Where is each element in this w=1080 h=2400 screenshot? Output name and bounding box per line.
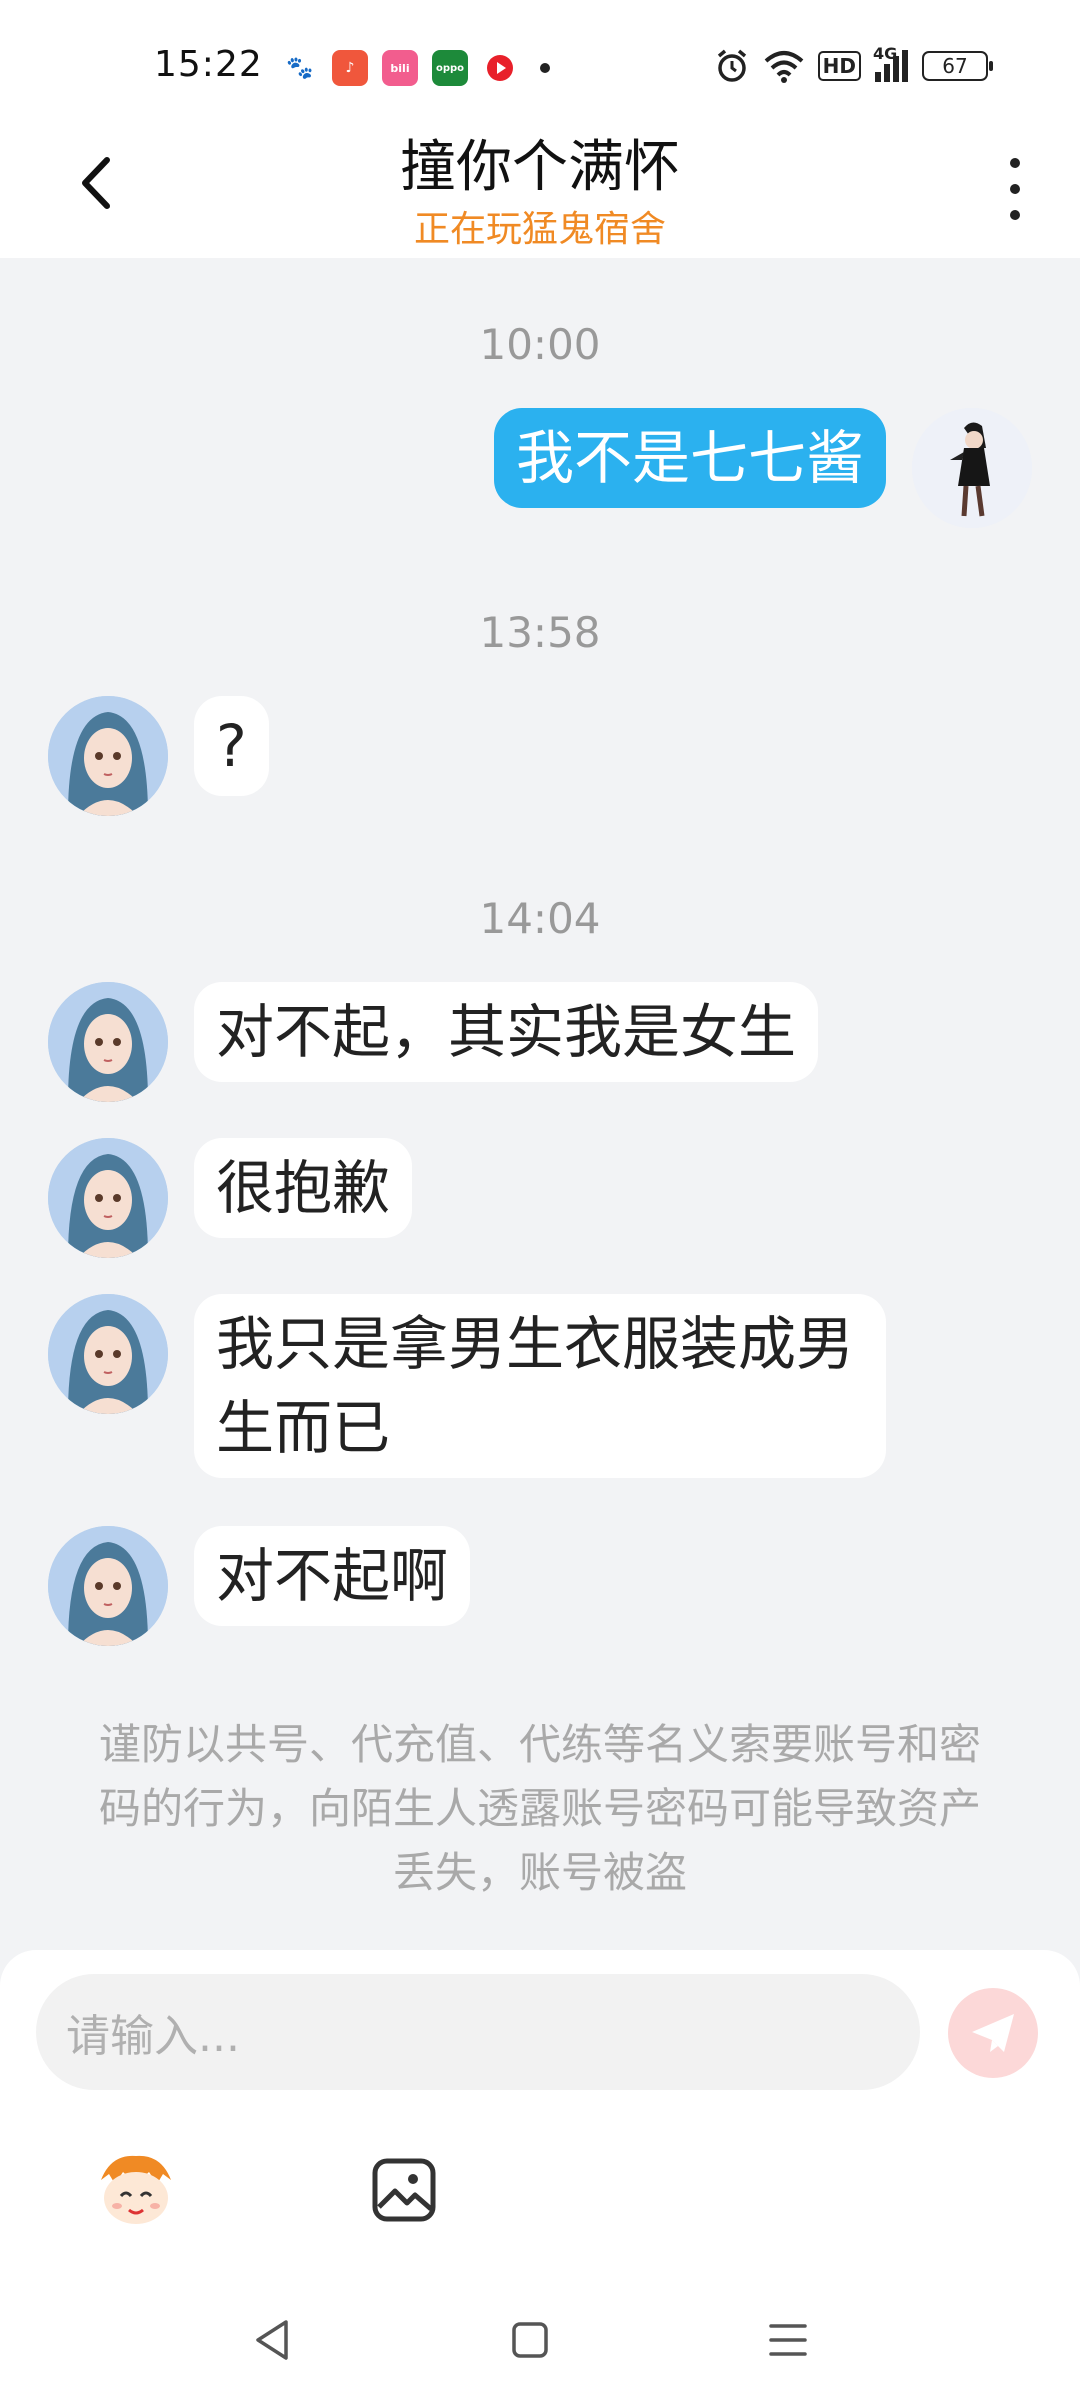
- security-notice: 谨防以共号、代充值、代练等名义索要账号和密码的行为，向陌生人透露账号密码可能导致…: [98, 1720, 981, 1897]
- alarm-icon: [717, 49, 746, 82]
- message-timestamp: 13:58: [479, 608, 601, 657]
- music-icon: ♪: [332, 50, 368, 86]
- contact-avatar[interactable]: [48, 1526, 168, 1646]
- mascot-emoji-icon: [101, 2155, 171, 2224]
- chat-header: 撞你个满怀 正在玩猛鬼宿舍: [0, 118, 1080, 258]
- nav-recents-button[interactable]: [758, 2310, 818, 2370]
- contact-name: 撞你个满怀: [400, 135, 680, 200]
- emoji-sticker-button[interactable]: [86, 2140, 186, 2240]
- battery-level: 67: [942, 54, 968, 78]
- chat-messages[interactable]: 10:00 我不是七七酱 13:58 ? 14:04 对不起，其实我是女生 很抱…: [0, 258, 1080, 1948]
- battery-icon: 67: [922, 51, 993, 81]
- incoming-message[interactable]: 对不起，其实我是女生: [194, 982, 819, 1082]
- oppo-icon: oppo: [432, 50, 468, 86]
- baidu-icon: 🐾: [282, 50, 318, 86]
- incoming-message[interactable]: 我只是拿男生衣服装成男生而已: [194, 1294, 886, 1478]
- notification-icons: 🐾 ♪ bili oppo: [282, 50, 550, 86]
- send-button[interactable]: [948, 1988, 1038, 2078]
- system-icons: HD 4G 67: [714, 44, 993, 84]
- system-navigation-bar: [0, 2290, 1080, 2400]
- menu-lines-icon: [769, 2324, 807, 2356]
- contact-avatar-image: [48, 982, 168, 1102]
- contact-status: 正在玩猛鬼宿舍: [413, 209, 666, 250]
- my-avatar[interactable]: [912, 408, 1032, 528]
- contact-avatar[interactable]: [48, 696, 168, 816]
- message-timestamp: 14:04: [479, 894, 601, 943]
- user-avatar-image: [912, 408, 1032, 528]
- contact-avatar-image: [48, 696, 168, 816]
- more-dot-icon: [1010, 158, 1020, 168]
- contact-avatar[interactable]: [48, 1294, 168, 1414]
- status-time: 15:22: [154, 44, 263, 85]
- wifi-icon: [764, 51, 803, 83]
- incoming-message[interactable]: 很抱歉: [194, 1138, 413, 1238]
- nav-home-button[interactable]: [500, 2310, 560, 2370]
- contact-avatar[interactable]: [48, 982, 168, 1102]
- square-home-icon: [512, 2322, 548, 2358]
- message-input[interactable]: 请输入...: [36, 1974, 920, 2090]
- signal-icon: 4G: [873, 44, 908, 82]
- incoming-message[interactable]: ?: [194, 696, 269, 796]
- nav-back-button[interactable]: [242, 2310, 302, 2370]
- message-timestamp: 10:00: [479, 320, 601, 369]
- hd-icon: HD: [817, 51, 861, 81]
- video-icon: [482, 50, 518, 86]
- status-bar: 15:22 🐾 ♪ bili oppo HD 4G 67: [0, 0, 1080, 118]
- more-options-button[interactable]: [990, 154, 1040, 224]
- outgoing-message[interactable]: 我不是七七酱: [493, 408, 886, 508]
- contact-avatar-image: [48, 1294, 168, 1414]
- image-icon: [372, 2158, 436, 2222]
- network-type: 4G: [873, 44, 898, 63]
- more-dot-icon: [1010, 184, 1020, 194]
- triangle-back-icon: [256, 2320, 288, 2360]
- contact-avatar[interactable]: [48, 1138, 168, 1258]
- incoming-message[interactable]: 对不起啊: [194, 1526, 471, 1626]
- more-notifications-dot: [540, 63, 550, 73]
- contact-avatar-image: [48, 1526, 168, 1646]
- bilibili-icon: bili: [382, 50, 418, 86]
- contact-avatar-image: [48, 1138, 168, 1258]
- image-button[interactable]: [354, 2140, 454, 2240]
- more-dot-icon: [1010, 210, 1020, 220]
- send-icon: [972, 2014, 1014, 2052]
